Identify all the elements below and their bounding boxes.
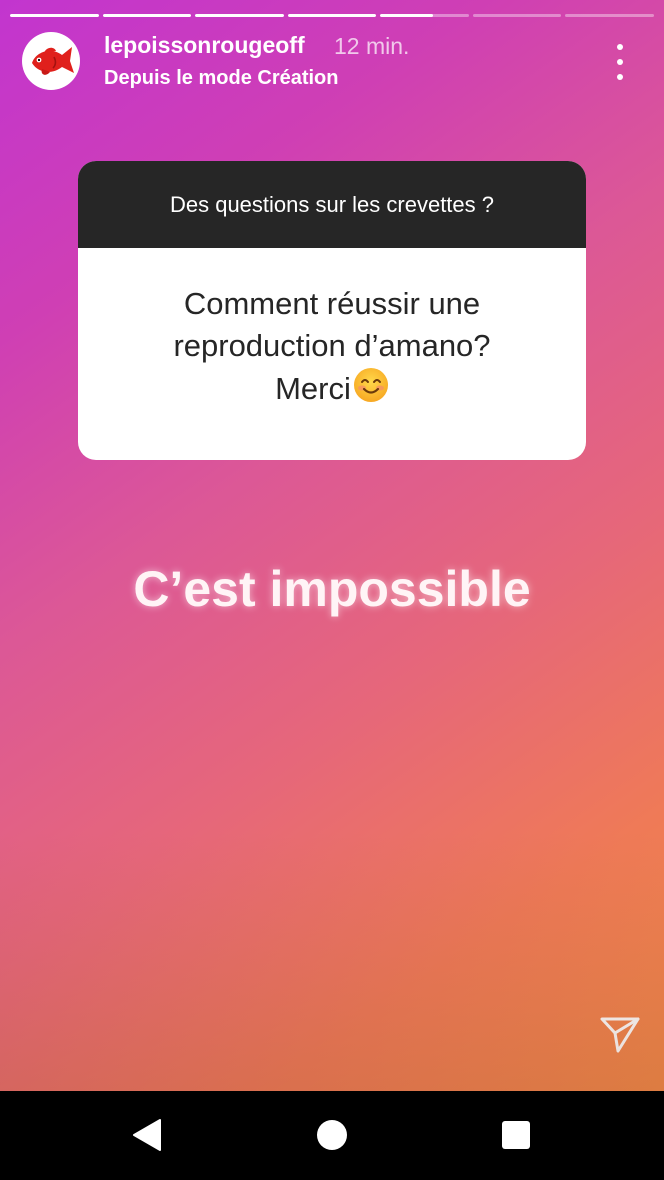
dot	[617, 74, 623, 80]
post-time: 12 min.	[334, 33, 410, 59]
send-icon[interactable]	[598, 1012, 642, 1056]
story-screen: lepoissonrougeoff 12 min. Depuis le mode…	[0, 0, 664, 1180]
back-button[interactable]	[120, 1107, 176, 1163]
smiling-face-icon	[353, 368, 388, 402]
home-circle-icon	[317, 1120, 347, 1150]
progress-fill	[10, 14, 99, 17]
question-sticker[interactable]: Des questions sur les crevettes ? Commen…	[78, 161, 586, 460]
response-line-last: Merci	[78, 367, 586, 410]
dot	[617, 44, 623, 50]
story-viewer[interactable]: lepoissonrougeoff 12 min. Depuis le mode…	[0, 0, 664, 1091]
send-icon-svg	[600, 1017, 640, 1053]
response-line: Comment réussir une	[183, 286, 481, 321]
progress-segment	[195, 14, 284, 17]
dot	[617, 59, 623, 65]
question-prompt: Des questions sur les crevettes ?	[78, 161, 586, 248]
progress-fill	[102, 14, 192, 17]
red-fish-logo-icon	[32, 47, 74, 75]
progress-segment	[287, 14, 377, 17]
recents-square-icon	[502, 1121, 530, 1149]
response-line: reproduction d’amano?	[173, 328, 491, 363]
home-button[interactable]	[304, 1107, 360, 1163]
avatar[interactable]	[22, 32, 80, 90]
story-progress-bar	[10, 14, 655, 18]
back-triangle-icon	[133, 1119, 161, 1151]
progress-segment	[565, 14, 655, 17]
story-source-label: Depuis le mode Création	[104, 67, 339, 89]
response-line: Merci	[275, 371, 351, 406]
progress-segment	[102, 14, 192, 17]
progress-fill	[380, 14, 434, 17]
username[interactable]: lepoissonrougeoff	[104, 32, 305, 59]
question-response: Comment réussir une reproduction d’amano…	[78, 248, 586, 410]
progress-segment	[472, 14, 562, 17]
system-nav-bar	[0, 1091, 664, 1180]
progress-segment	[380, 14, 469, 17]
progress-fill	[195, 14, 284, 17]
answer-text: C’est impossible	[133, 561, 531, 617]
recents-button[interactable]	[488, 1107, 544, 1163]
more-vertical-icon[interactable]	[606, 44, 634, 80]
progress-fill	[287, 14, 377, 17]
progress-segment	[10, 14, 99, 17]
